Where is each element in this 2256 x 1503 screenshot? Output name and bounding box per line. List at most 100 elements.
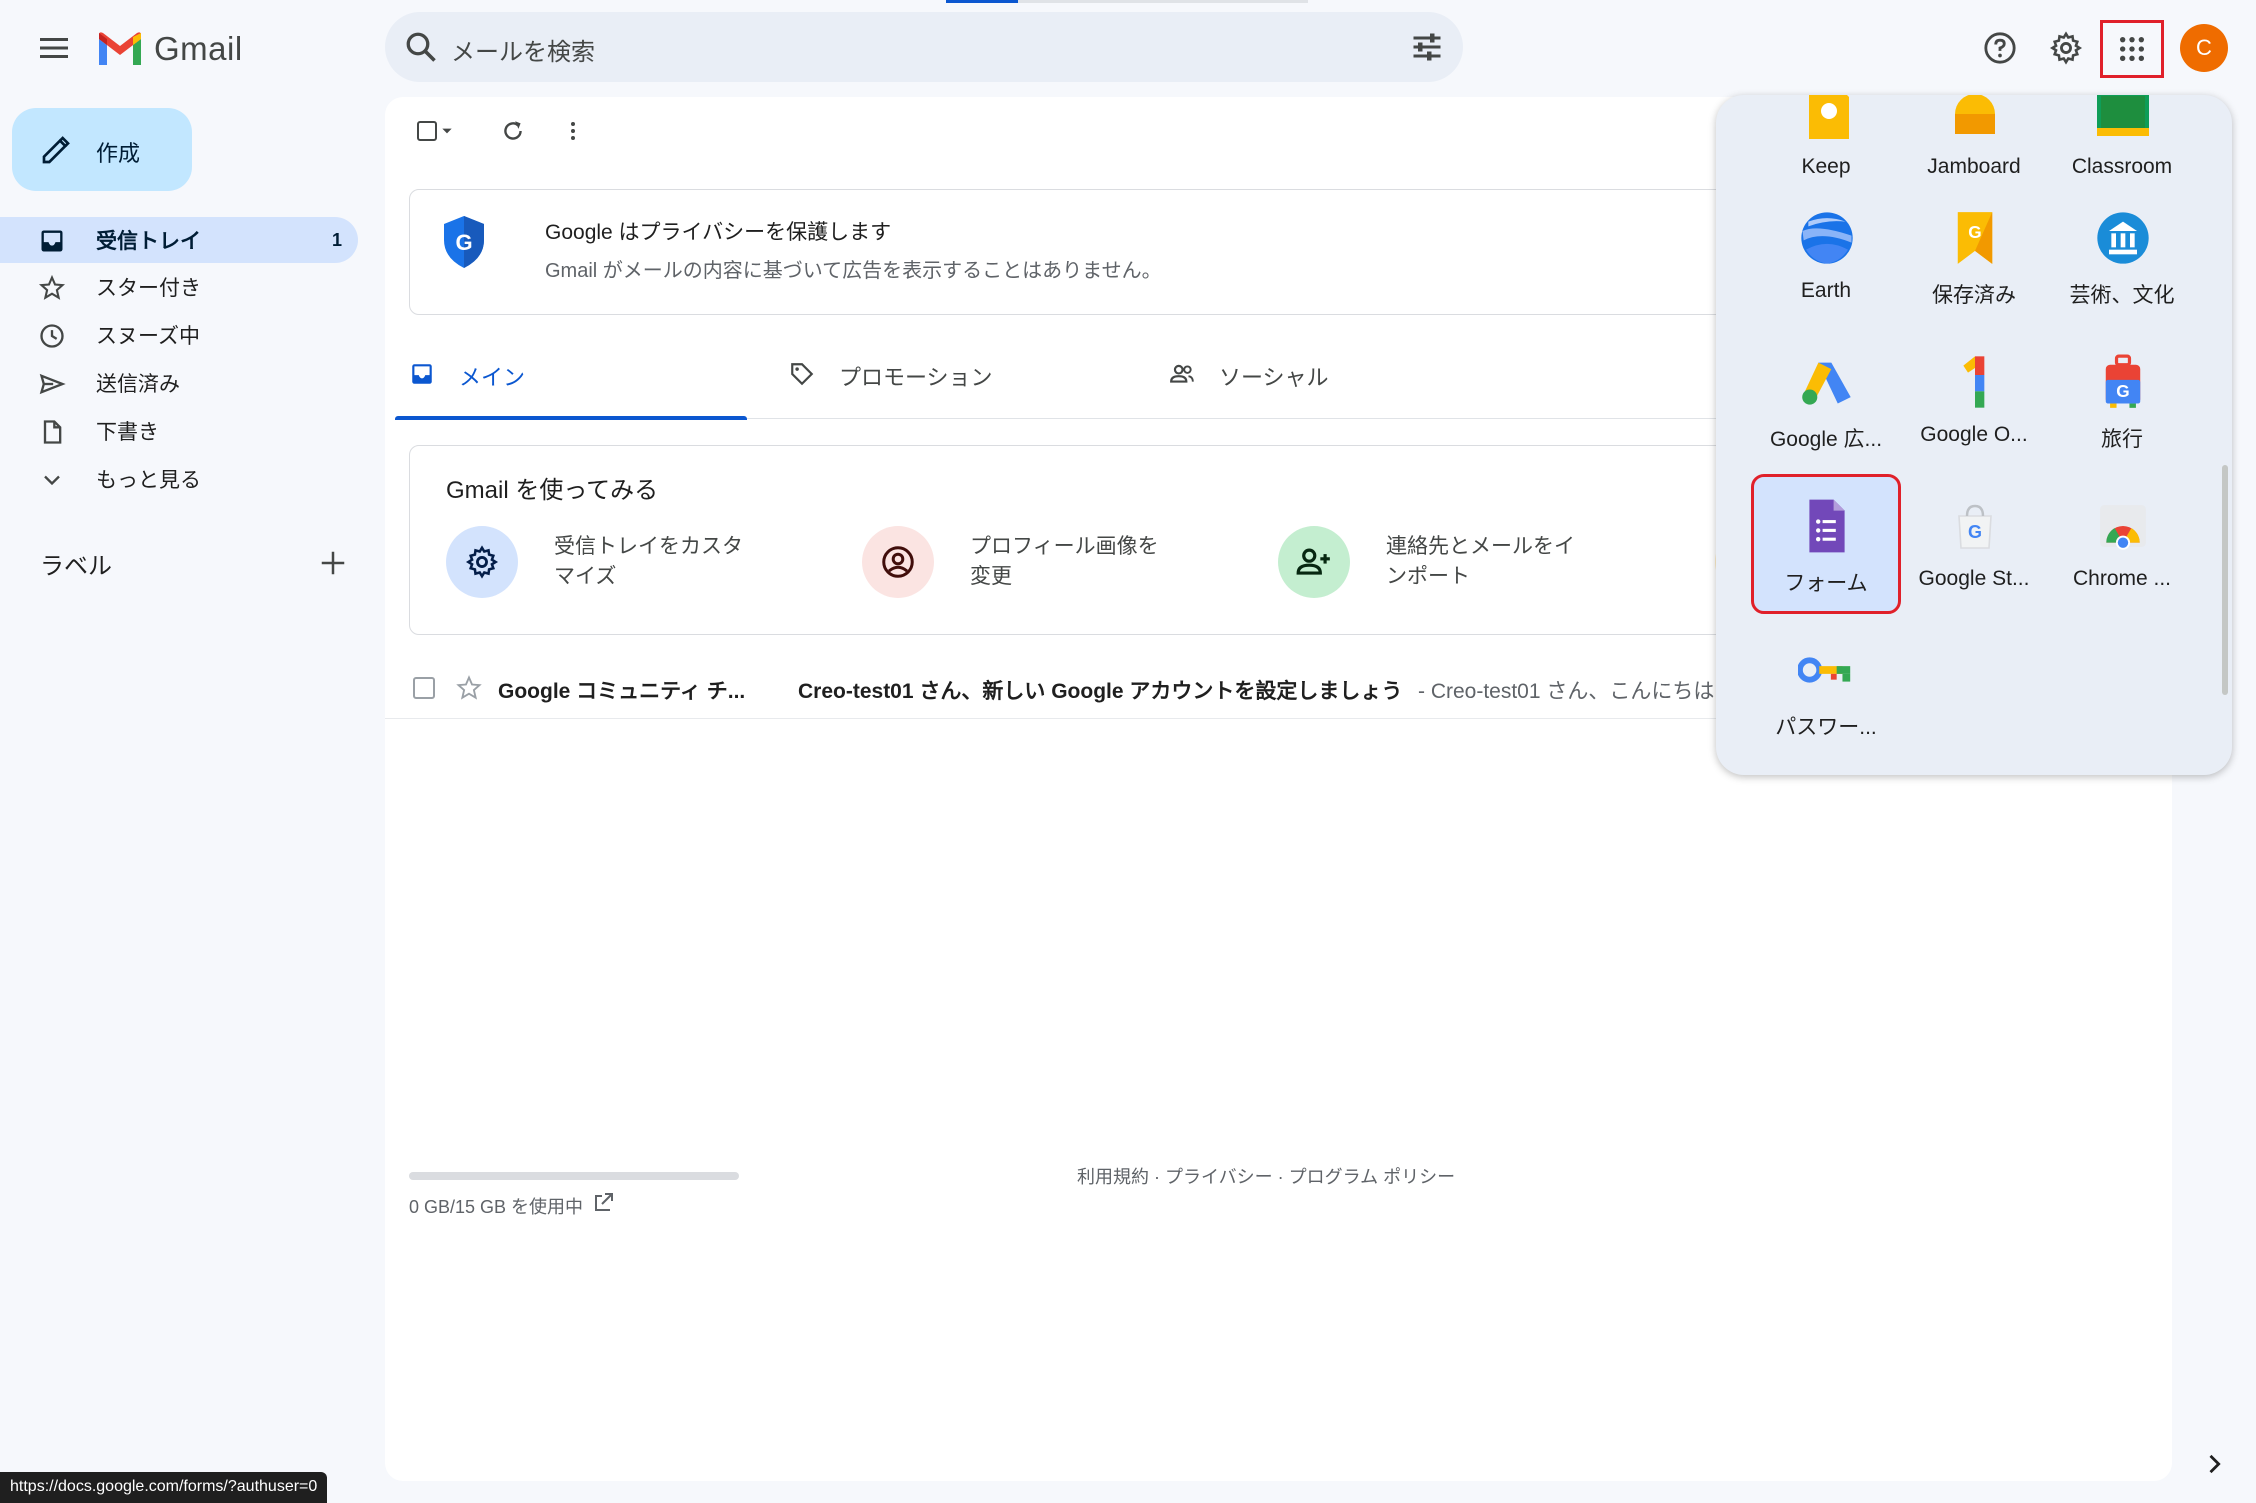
app-keep[interactable]: Keep bbox=[1754, 95, 1898, 199]
hamburger-icon bbox=[40, 38, 68, 58]
sidebar-item-label: スヌーズ中 bbox=[96, 325, 200, 348]
tab-label: ソーシャル bbox=[1219, 365, 1329, 390]
app-forms[interactable]: フォーム bbox=[1751, 474, 1901, 614]
app-travel[interactable]: G 旅行 bbox=[2050, 333, 2194, 467]
app-label: パスワー... bbox=[1775, 716, 1877, 739]
sidebar-item-label: 受信トレイ bbox=[96, 230, 201, 253]
app-label: 保存済み bbox=[1932, 284, 2016, 307]
tab-label: プロモーション bbox=[839, 365, 993, 390]
tab-social[interactable]: ソーシャル bbox=[1155, 327, 1507, 419]
draft-icon bbox=[43, 420, 62, 444]
app-chrome[interactable]: Chrome ... bbox=[2050, 477, 2194, 611]
sidebar-item-inbox[interactable]: 受信トレイ 1 bbox=[0, 217, 358, 263]
open-in-new-icon[interactable] bbox=[591, 1191, 615, 1215]
search-options-icon[interactable] bbox=[1409, 29, 1445, 65]
caret-down-icon bbox=[442, 128, 452, 134]
sidebar-item-drafts[interactable]: 下書き bbox=[0, 408, 358, 454]
loading-track bbox=[1018, 0, 1308, 3]
top-bar: Gmail メールを検索 C bbox=[0, 0, 2256, 96]
account-icon bbox=[862, 526, 934, 598]
app-label: Classroom bbox=[2071, 155, 2173, 178]
get-started-title: Gmail を使ってみる bbox=[446, 477, 659, 504]
app-label: Earth bbox=[1800, 279, 1852, 302]
app-password-manager[interactable]: パスワー... bbox=[1754, 621, 1898, 755]
sidebar-item-snoozed[interactable]: スヌーズ中 bbox=[0, 312, 358, 358]
settings-button[interactable] bbox=[2042, 24, 2090, 72]
app-saved[interactable]: G 保存済み bbox=[1902, 189, 2046, 323]
forms-icon bbox=[1798, 497, 1856, 555]
apps-grid-icon bbox=[2119, 36, 2145, 62]
change-profile-image-item[interactable]: プロフィール画像を変更 bbox=[862, 526, 1242, 600]
sidebar-item-label: スター付き bbox=[96, 277, 201, 300]
google-apps-button[interactable] bbox=[2100, 20, 2164, 78]
arts-culture-icon bbox=[2094, 209, 2152, 267]
mail-sender: Google コミュニティ チ... bbox=[498, 680, 746, 703]
privacy-title: Google はプライバシーを保護します bbox=[545, 221, 892, 244]
clock-icon bbox=[40, 324, 64, 348]
google-ads-icon bbox=[1798, 353, 1856, 411]
shield-icon: G bbox=[444, 216, 484, 268]
gear-icon bbox=[2049, 31, 2083, 65]
import-contacts-item[interactable]: 連絡先とメールをインポート bbox=[1278, 526, 1658, 600]
send-icon bbox=[39, 373, 66, 395]
app-google-one[interactable]: Google O... bbox=[1902, 333, 2046, 467]
help-button[interactable] bbox=[1976, 24, 2024, 72]
mail-subject: Creo-test01 さん、新しい Google アカウントを設定しましょう bbox=[798, 680, 1403, 703]
unread-count: 1 bbox=[331, 229, 342, 250]
app-jamboard[interactable]: Jamboard bbox=[1902, 95, 2046, 199]
more-vert-icon bbox=[571, 122, 575, 140]
earth-icon bbox=[1798, 209, 1856, 267]
loading-indicator bbox=[946, 0, 1018, 3]
app-name: Gmail bbox=[154, 30, 243, 67]
more-options-button[interactable] bbox=[553, 111, 593, 151]
help-icon bbox=[1984, 32, 2016, 64]
sidebar-item-more[interactable]: もっと見る bbox=[0, 456, 358, 502]
chrome-icon bbox=[2094, 497, 2152, 555]
inbox-icon bbox=[41, 230, 63, 252]
customize-inbox-item[interactable]: 受信トレイをカスタマイズ bbox=[446, 526, 826, 600]
mail-select-checkbox[interactable] bbox=[413, 677, 435, 699]
refresh-icon bbox=[504, 121, 522, 140]
sidebar-item-starred[interactable]: スター付き bbox=[0, 264, 358, 310]
svg-text:G: G bbox=[1968, 522, 1982, 542]
tag-icon bbox=[791, 363, 814, 386]
tab-label: メイン bbox=[459, 365, 526, 390]
select-dropdown[interactable] bbox=[435, 111, 459, 151]
search-input[interactable]: メールを検索 bbox=[451, 32, 595, 67]
account-avatar[interactable]: C bbox=[2180, 24, 2228, 72]
search-icon[interactable] bbox=[403, 29, 439, 65]
tab-primary[interactable]: メイン bbox=[395, 327, 747, 420]
main-menu-button[interactable] bbox=[28, 28, 80, 68]
panel-scrollbar[interactable] bbox=[2222, 465, 2228, 695]
gmail-logo[interactable]: Gmail bbox=[96, 28, 243, 70]
svg-text:G: G bbox=[2116, 381, 2129, 401]
storage-usage: 0 GB/15 GB を使用中 bbox=[409, 1197, 584, 1217]
app-google-store[interactable]: G Google St... bbox=[1902, 477, 2046, 611]
footer-links[interactable]: 利用規約 · プライバシー · プログラム ポリシー bbox=[1077, 1163, 1455, 1189]
app-google-ads[interactable]: Google 広... bbox=[1754, 333, 1898, 467]
plus-icon[interactable] bbox=[318, 548, 348, 578]
inbox-icon bbox=[412, 364, 432, 384]
star-icon[interactable] bbox=[455, 674, 483, 702]
app-arts-culture[interactable]: 芸術、文化 bbox=[2050, 189, 2194, 323]
gear-icon bbox=[446, 526, 518, 598]
app-earth[interactable]: Earth bbox=[1754, 189, 1898, 323]
google-apps-panel: Keep Jamboard Classroom Earth G 保存済み 芸術、… bbox=[1716, 95, 2232, 775]
tab-promotions[interactable]: プロモーション bbox=[775, 327, 1127, 419]
compose-button[interactable]: 作成 bbox=[12, 108, 192, 191]
app-label: Chrome ... bbox=[2072, 567, 2172, 590]
refresh-button[interactable] bbox=[493, 111, 533, 151]
app-classroom[interactable]: Classroom bbox=[2050, 95, 2194, 199]
chevron-down-icon bbox=[44, 475, 60, 486]
sidebar-item-sent[interactable]: 送信済み bbox=[0, 360, 358, 406]
get-started-item-label: 連絡先とメールをインポート bbox=[1386, 535, 1575, 588]
app-label: Keep bbox=[1801, 155, 1851, 178]
mail-snippet: - Creo-test01 さん、こんにちは bbox=[1418, 680, 1715, 703]
sidebar-item-label: 下書き bbox=[96, 421, 159, 444]
get-started-item-label: 受信トレイをカスタマイズ bbox=[554, 535, 743, 588]
chevron-right-icon[interactable] bbox=[2200, 1450, 2228, 1478]
person-add-icon bbox=[1278, 526, 1350, 598]
labels-heading: ラベル bbox=[40, 553, 112, 580]
search-bar[interactable]: メールを検索 bbox=[385, 12, 1463, 82]
people-icon bbox=[1170, 364, 1194, 383]
